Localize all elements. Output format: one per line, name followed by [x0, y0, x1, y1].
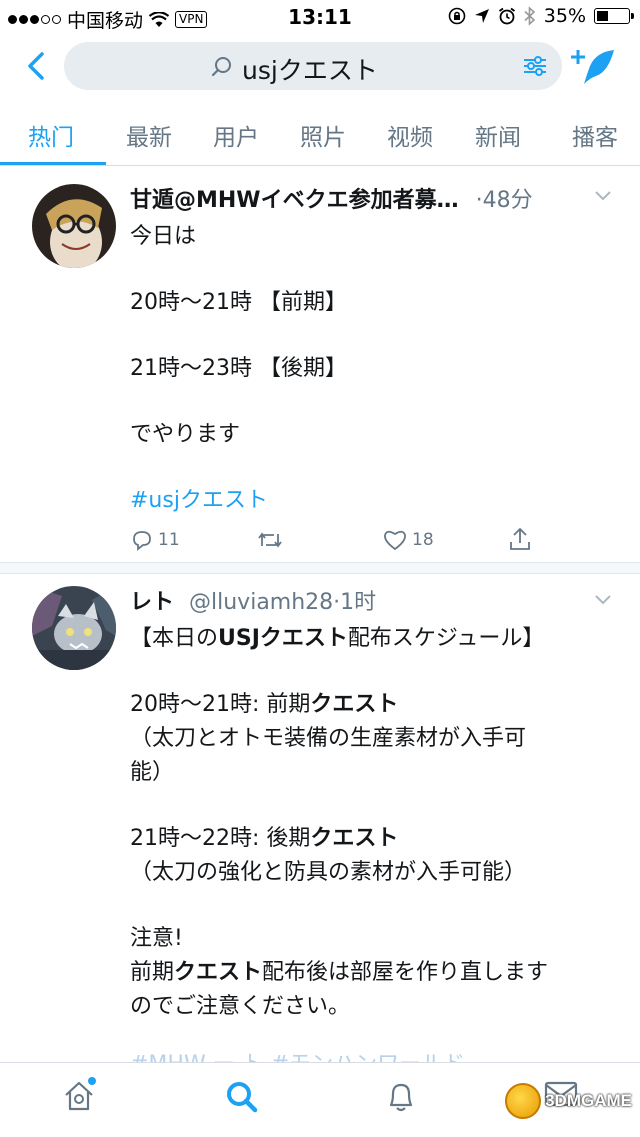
keyword-highlight: クエスト — [310, 692, 399, 717]
text-span: 21時～22時: 後期 — [130, 826, 311, 851]
tweet-header: 甘遁@MHWイベクエ参加者募… ·48分 — [130, 182, 533, 214]
heart-icon — [384, 530, 406, 551]
active-tab-indicator — [0, 162, 106, 165]
avatar[interactable] — [32, 586, 116, 670]
tweet[interactable]: 甘遁@MHWイベクエ参加者募… ·48分 今日は 20時～21時 【前期】 21… — [0, 166, 640, 568]
back-arrow-icon — [28, 52, 44, 80]
keyword-highlight: クエスト — [310, 826, 399, 851]
hashtag-link[interactable]: #usjクエスト — [130, 482, 268, 514]
reply-button[interactable]: 11 — [130, 528, 180, 552]
keyword-highlight: クエスト — [174, 960, 263, 985]
text-span: 【本日の — [130, 626, 219, 651]
nav-notifications[interactable] — [384, 1079, 418, 1119]
tweet-text-line: 注意! — [130, 926, 183, 951]
chevron-down-icon[interactable] — [594, 594, 612, 606]
avatar[interactable] — [32, 184, 116, 268]
compose-quill-icon — [571, 50, 614, 84]
tab-top[interactable]: 热门 — [28, 118, 74, 152]
tweet-text-line: のでご注意ください。 — [130, 994, 351, 1019]
bell-icon — [389, 1083, 413, 1112]
search-input[interactable]: usjクエスト — [64, 42, 562, 90]
tweet-text-line: 今日は — [130, 224, 197, 249]
battery-icon — [594, 8, 634, 24]
avatar-image — [32, 184, 116, 268]
search-icon — [211, 57, 231, 77]
nav-search[interactable] — [224, 1079, 260, 1119]
search-tabs: 热门 最新 用户 照片 视频 新闻 播客 — [0, 100, 640, 166]
like-count: 18 — [412, 530, 434, 550]
like-button[interactable]: 18 — [382, 528, 434, 552]
author-name[interactable]: レト — [130, 590, 174, 615]
author-name[interactable]: 甘遁@MHWイベクエ参加者募… — [130, 188, 459, 213]
text-span: 配布スケジュール】 — [347, 626, 545, 651]
bottom-nav: 3DMGAME — [0, 1062, 640, 1137]
back-button[interactable] — [22, 46, 52, 86]
retweet-icon — [258, 532, 282, 548]
tweet[interactable]: レト @lluviamh28·1时 【本日のUSJクエスト配布スケジュール】 2… — [0, 574, 640, 1062]
reply-count: 11 — [158, 530, 180, 550]
tweet-text-line: 21時～23時 【後期】 — [130, 356, 347, 381]
rotation-lock-icon — [448, 7, 466, 25]
battery-percent: 35% — [543, 5, 586, 27]
watermark: 3DMGAME — [505, 1083, 632, 1119]
status-right: 35% — [448, 5, 634, 27]
compose-tweet-button[interactable] — [570, 48, 616, 86]
tweet-text-line: 21時～22時: 後期クエスト — [130, 820, 398, 852]
watermark-text: 3DMGAME — [545, 1091, 632, 1110]
search-header: usjクエスト — [0, 34, 640, 98]
tab-people[interactable]: 用户 — [213, 118, 259, 152]
search-icon — [227, 1082, 258, 1113]
text-span: 前期 — [130, 960, 175, 985]
search-query: usjクエスト — [242, 56, 378, 85]
tweet-text-line: 20時～21時 【前期】 — [130, 290, 347, 315]
keyword-highlight: USJクエスト — [218, 626, 348, 651]
reply-icon — [133, 531, 151, 551]
avatar-image — [32, 586, 116, 670]
tweet-text-line: 20時～21時: 前期クエスト — [130, 686, 398, 718]
share-button[interactable] — [508, 526, 532, 552]
tweet-text-line: 前期クエスト配布後は部屋を作り直します — [130, 954, 548, 986]
tweet-text-line: 能） — [130, 760, 175, 785]
tweet-divider — [0, 562, 640, 574]
tweet-header: レト @lluviamh28·1时 — [130, 584, 376, 616]
location-icon — [474, 9, 489, 23]
tweet-text-line: 【本日のUSJクエスト配布スケジュール】 — [130, 620, 544, 652]
watermark-logo — [505, 1083, 542, 1119]
new-content-dot — [88, 1077, 96, 1085]
author-handle[interactable]: @lluviamh28 — [189, 590, 333, 615]
tweet-time: ·48分 — [475, 188, 533, 213]
tweet-text-line: （太刀の強化と防具の素材が入手可能） — [130, 860, 527, 885]
text-span: 20時～21時: 前期 — [130, 692, 311, 717]
tweet-time: ·1时 — [333, 590, 377, 615]
tab-news[interactable]: 新闻 — [475, 118, 521, 152]
tab-broadcasts[interactable]: 播客 — [572, 118, 618, 152]
chevron-down-icon[interactable] — [594, 190, 612, 202]
tab-photos[interactable]: 照片 — [300, 118, 346, 152]
alarm-icon — [498, 7, 515, 25]
tweet-text-line: （太刀とオトモ装備の生産素材が入手可 — [130, 726, 527, 751]
retweet-button[interactable] — [256, 528, 284, 552]
text-span: 配布後は部屋を作り直します — [262, 960, 549, 985]
tab-latest[interactable]: 最新 — [126, 118, 172, 152]
status-bar: 中国移动 VPN 13:11 35% — [0, 0, 640, 34]
filter-icon[interactable] — [522, 54, 548, 78]
share-icon — [510, 527, 530, 550]
tweet-text-line: でやります — [130, 422, 241, 447]
bluetooth-icon — [524, 6, 535, 26]
tab-videos[interactable]: 视频 — [387, 118, 433, 152]
